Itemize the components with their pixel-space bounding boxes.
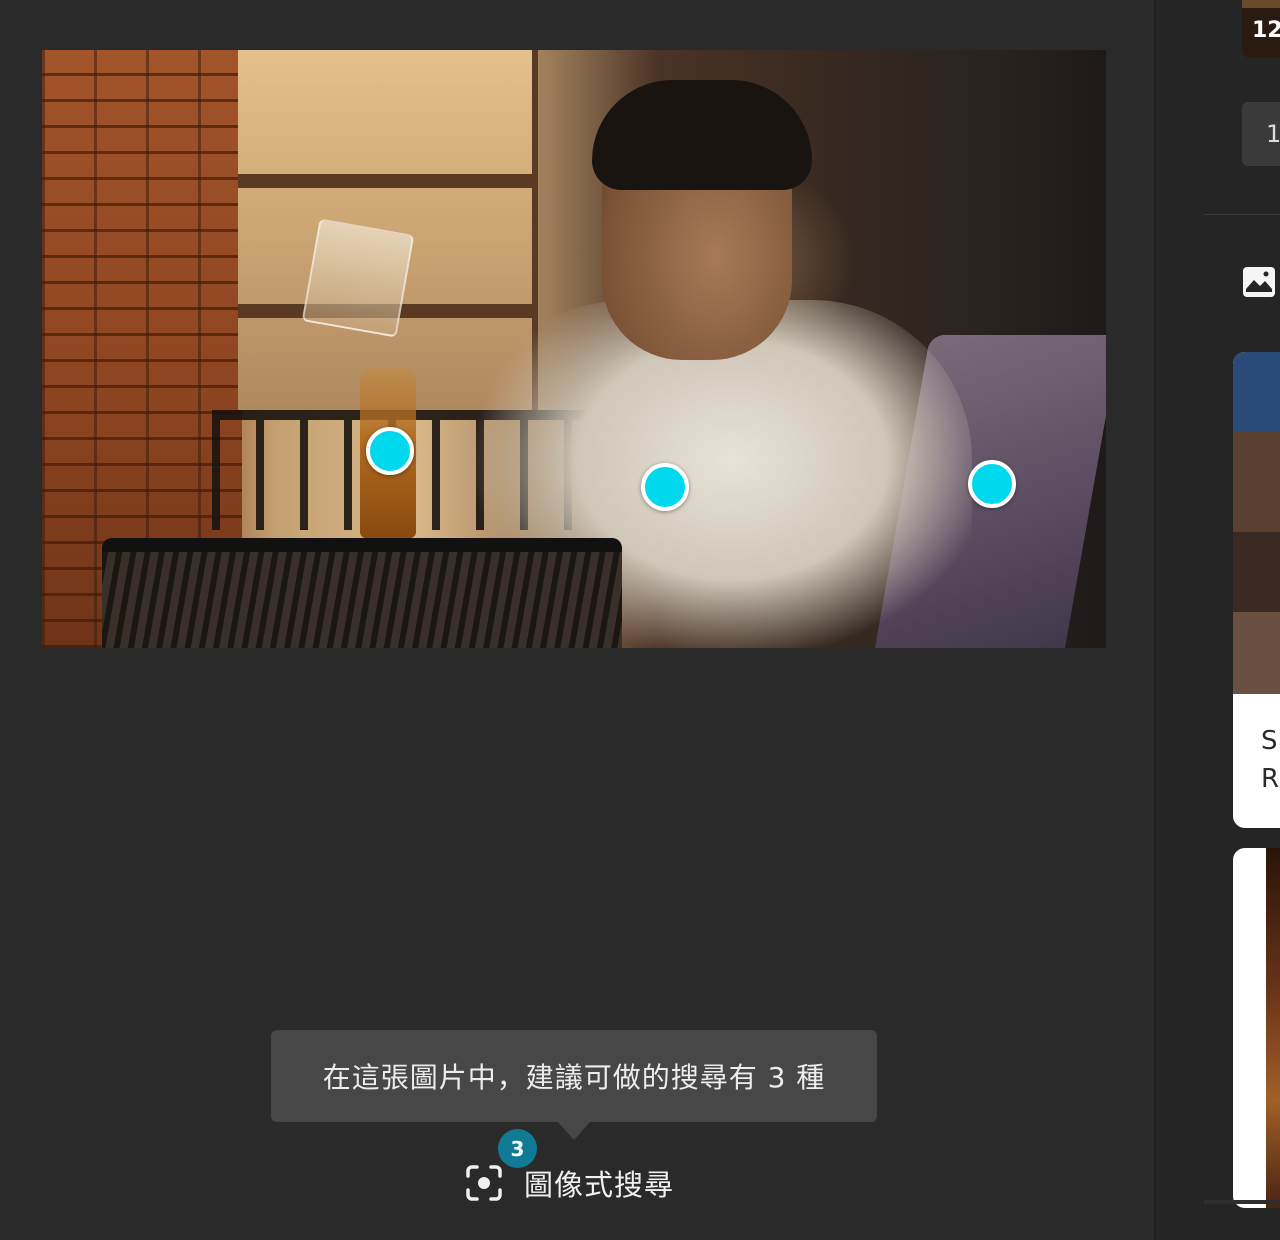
tooltip-arrow (557, 1121, 591, 1140)
visual-search-icon (466, 1165, 502, 1201)
thumbnail-count: 12 (1252, 18, 1280, 43)
hotspot-bottle[interactable] (366, 427, 414, 475)
image-icon[interactable] (1242, 266, 1276, 298)
result-card-subtitle: R (1261, 764, 1280, 794)
right-panel-divider (1204, 214, 1280, 215)
main-photo[interactable] (42, 50, 1106, 648)
right-panel: 12 1 S R (1156, 0, 1280, 1240)
right-panel-scrollbar[interactable] (1204, 1200, 1280, 1204)
suggestion-count-badge: 3 (498, 1129, 537, 1168)
photo-glass (301, 218, 415, 338)
result-card-image (1233, 352, 1280, 694)
photo-person-hair (592, 80, 812, 190)
visual-search-label: 圖像式搜尋 (524, 1168, 675, 1202)
tooltip-text: 在這張圖片中，建議可做的搜尋有 3 種 (322, 1061, 826, 1094)
suggestion-tooltip: 在這張圖片中，建議可做的搜尋有 3 種 (271, 1030, 877, 1122)
visual-search-button[interactable]: 圖像式搜尋 (462, 1155, 674, 1211)
result-card[interactable] (1233, 848, 1280, 1208)
hotspot-shirt[interactable] (641, 463, 689, 511)
thumbnail[interactable]: 12 (1242, 0, 1280, 58)
result-card-image (1266, 848, 1280, 1208)
hotspot-chair[interactable] (968, 460, 1016, 508)
result-card-title: S (1261, 726, 1278, 756)
page-button[interactable]: 1 (1242, 102, 1280, 166)
main-pane: 在這張圖片中，建議可做的搜尋有 3 種 圖像式搜尋 3 (0, 0, 1154, 1240)
photo-panel-line (238, 174, 538, 188)
result-card[interactable]: S R (1233, 352, 1280, 828)
photo-table (102, 538, 622, 648)
page-button-label: 1 (1266, 120, 1280, 148)
